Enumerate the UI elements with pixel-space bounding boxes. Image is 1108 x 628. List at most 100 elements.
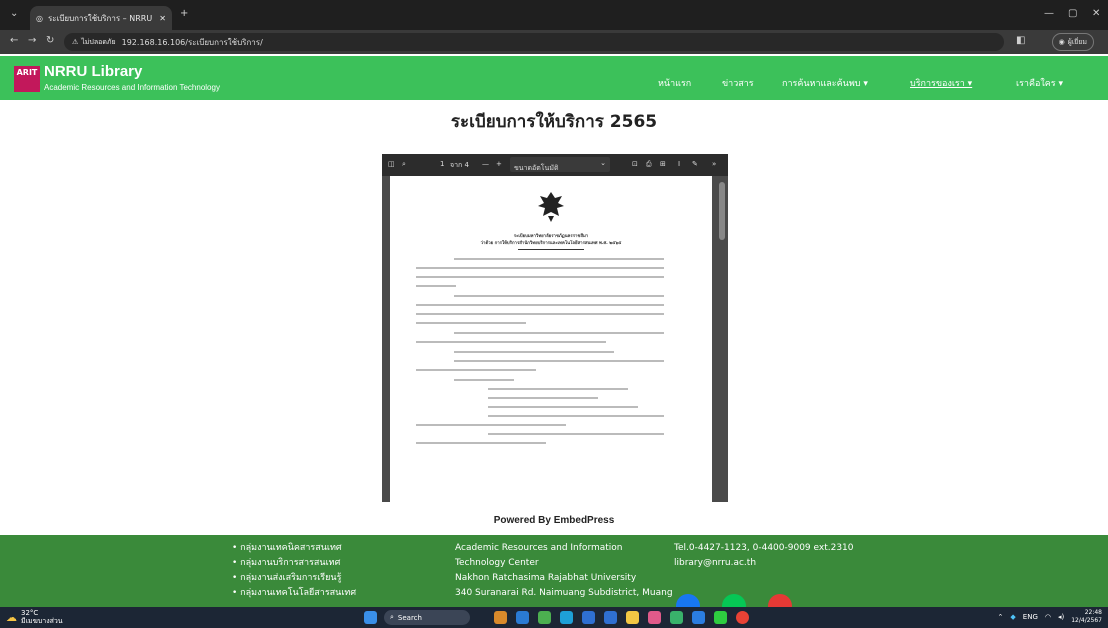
address-line: Technology Center [455,558,539,568]
doc-body-text-lines [416,258,664,444]
site-name[interactable]: NRRU Library [44,63,142,80]
nav-home[interactable]: หน้าแรก [658,76,691,90]
windows-taskbar: ☁ 32°C มีเมฆบางส่วน ⌕ Search ⌃ ◆ ENG ◠ ◂… [0,607,1108,628]
not-secure-label: ไม่ปลอดภัย [81,37,116,46]
close-tab-icon[interactable]: ✕ [159,14,166,23]
arit-logo[interactable]: ARIT [14,66,40,92]
search-label: Search [397,613,422,622]
weather-icon: ☁ [6,610,17,624]
side-panel-icon[interactable]: ◧ [1016,35,1025,46]
garuda-emblem-icon [538,192,564,222]
present-icon[interactable]: ⊡ [632,160,638,168]
wifi-icon[interactable]: ◠ [1045,613,1051,621]
app-icon[interactable] [670,611,683,624]
text-tool-icon[interactable]: I [678,160,680,168]
back-icon[interactable]: ← [10,35,18,46]
footer-phone: Tel.0-4427-1123, 0-4400-9009 ext.2310 [674,543,854,553]
clock-date: 12/4/2567 [1071,617,1102,624]
footer-contact: Tel.0-4427-1123, 0-4400-9009 ext.2310 li… [674,541,854,571]
app-icon[interactable] [560,611,573,624]
app-icon[interactable] [648,611,661,624]
pdf-toolbar: ◫ ⌕ 1 จาก 4 — + ขนาดอัตโนมัติ ⌄ ⊡ ⎙ ⊞ I … [382,154,728,176]
site-header: ARIT NRRU Library Academic Resources and… [0,56,1108,100]
footer-link-service[interactable]: • กลุ่มงานบริการสารสนเทศ [232,556,356,571]
address-line: 340 Suranarai Rd. Naimuang Subdistrict, … [455,588,673,598]
volume-icon[interactable]: ◂) [1058,613,1064,621]
line-app-icon[interactable] [714,611,727,624]
app-icon[interactable] [538,611,551,624]
page-total: จาก 4 [450,161,469,169]
weather-widget[interactable]: ☁ 32°C มีเมฆบางส่วน [6,609,63,625]
zoom-label: ขนาดอัตโนมัติ [514,164,559,172]
clock-time: 22:48 [1084,609,1102,616]
site-footer: • กลุ่มงานเทคนิคสารสนเทศ • กลุ่มงานบริกา… [0,535,1108,618]
tray-app-icon[interactable]: ◆ [1010,613,1015,621]
browser-tab[interactable]: ◎ ระเบียบการใช้บริการ – NRRU Libra ✕ [30,6,172,30]
warning-icon: ⚠ [72,38,79,46]
tab-title: ระเบียบการใช้บริการ – NRRU Libra [47,13,154,23]
pdf-scrollbar[interactable] [719,182,725,240]
address-line: Academic Resources and Information [455,543,623,553]
word-icon[interactable] [692,611,705,624]
print-icon[interactable]: ⎙ [646,160,652,169]
widgets-icon[interactable] [494,611,507,624]
nav-about-us[interactable]: เราคือใคร ▾ [1016,76,1063,90]
footer-links: • กลุ่มงานเทคนิคสารสนเทศ • กลุ่มงานบริกา… [232,541,356,601]
browser-tab-bar: ⌄ ◎ ระเบียบการใช้บริการ – NRRU Libra ✕ +… [0,0,1108,30]
forward-icon[interactable]: → [28,35,36,46]
chevron-down-icon: ⌄ [600,159,606,167]
profile-button[interactable]: ◉ ผู้เยี่ยม [1051,33,1094,51]
address-line: Nakhon Ratchasima Rajabhat University [455,573,637,583]
app-icon[interactable] [604,611,617,624]
restore-icon[interactable]: ▢ [1068,8,1077,19]
page-number-input[interactable]: 1 [440,160,444,168]
tray-overflow-icon[interactable]: ⌃ [998,613,1004,621]
search-icon: ⌕ [390,613,394,621]
pdf-search-icon[interactable]: ⌕ [402,160,406,169]
file-explorer-icon[interactable] [626,611,639,624]
zoom-select[interactable]: ขนาดอัตโนมัติ ⌄ [510,157,610,172]
nav-search-discovery[interactable]: การค้นหาและค้นพบ ▾ [782,76,868,90]
footer-link-technical[interactable]: • กลุ่มงานเทคนิคสารสนเทศ [232,541,356,556]
zoom-out-icon[interactable]: — [482,160,489,168]
not-secure-badge[interactable]: ⚠ ไม่ปลอดภัย [72,37,116,48]
mail-icon[interactable] [582,611,595,624]
new-tab-icon[interactable]: + [180,8,188,19]
more-tools-icon[interactable]: » [712,160,716,168]
minimize-icon[interactable]: — [1044,8,1054,19]
draw-tool-icon[interactable]: ✎ [692,160,698,168]
taskbar-search[interactable]: ⌕ Search [384,610,470,625]
footer-email[interactable]: library@nrru.ac.th [674,556,854,571]
tab-search-icon[interactable]: ⌄ [10,8,18,19]
logo-text: ARIT [16,68,38,77]
page-title: ระเบียบการให้บริการ 2565 [450,112,658,132]
temperature: 32°C [21,609,39,617]
start-icon[interactable] [364,611,377,624]
url-text[interactable]: 192.168.16.106/ระเบียบการใช้บริการ/ [122,36,263,49]
profile-label: ผู้เยี่ยม [1067,37,1087,46]
weather-text: มีเมฆบางส่วน [21,617,63,625]
address-bar[interactable]: ⚠ ไม่ปลอดภัย 192.168.16.106/ระเบียบการใช… [64,33,1004,51]
footer-link-it[interactable]: • กลุ่มงานเทคโนโลยีสารสนเทศ [232,586,356,601]
zoom-in-icon[interactable]: + [496,160,502,168]
footer-link-learning[interactable]: • กลุ่มงานส่งเสริมการเรียนรู้ [232,571,356,586]
nav-our-services[interactable]: บริการของเรา ▾ [910,76,972,90]
address-bar-row: ← → ↻ ⚠ ไม่ปลอดภัย 192.168.16.106/ระเบีย… [0,30,1108,54]
reload-icon[interactable]: ↻ [46,35,54,46]
sidebar-toggle-icon[interactable]: ◫ [388,160,395,168]
download-icon[interactable]: ⊞ [660,160,666,168]
edge-icon[interactable] [516,611,529,624]
system-tray: ⌃ ◆ ENG ◠ ◂) 22:48 12/4/2567 [998,609,1102,625]
pdf-page: ระเบียบมหาวิทยาลัยราชภัฏนครราชสีมา ว่าด้… [390,176,712,502]
language-indicator[interactable]: ENG [1023,613,1038,621]
doc-heading: ระเบียบมหาวิทยาลัยราชภัฏนครราชสีมา [513,234,589,239]
pdf-viewer[interactable]: ◫ ⌕ 1 จาก 4 — + ขนาดอัตโนมัติ ⌄ ⊡ ⎙ ⊞ I … [382,154,728,502]
site-subtitle: Academic Resources and Information Techn… [44,83,220,92]
close-window-icon[interactable]: ✕ [1092,8,1100,19]
profile-avatar-icon: ◉ [1058,38,1065,46]
site-favicon-icon: ◎ [36,13,43,23]
doc-subheading: ว่าด้วย การให้บริการสำนักวิทยบริการและเท… [480,241,622,246]
clock[interactable]: 22:48 12/4/2567 [1071,609,1102,625]
nav-news[interactable]: ข่าวสาร [722,76,754,90]
chrome-icon[interactable] [736,611,749,624]
